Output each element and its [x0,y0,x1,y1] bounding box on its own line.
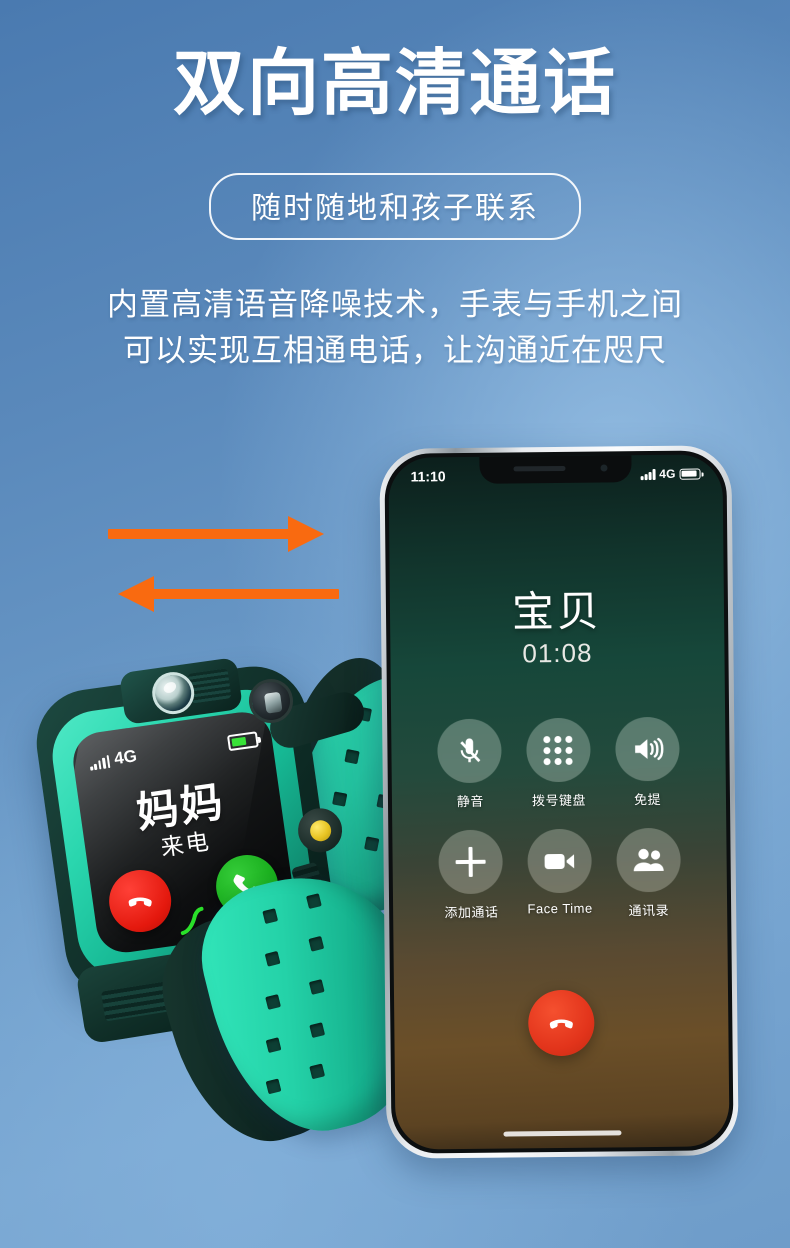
arrow-shaft [108,529,294,539]
call-control-speaker[interactable]: 免提 [602,716,692,809]
end-call-icon [549,1019,573,1029]
arrow-shaft [153,589,339,599]
watch-network-label: 4G [112,746,139,769]
phone-screen: 11:10 4G 宝贝 01:08 静音 拨号键盘 免提 添加通话 Face T… [388,454,730,1150]
phone-clock: 11:10 [410,468,446,485]
arrow-head [288,516,324,552]
facetime-button[interactable] [527,828,592,894]
control-label: 免提 [634,791,662,808]
phone-caller-name: 宝贝 [511,587,603,636]
body-copy-line-1: 内置高清语音降噪技术，手表与手机之间 [107,287,683,322]
control-label: 通讯录 [628,902,670,919]
subtitle-pill: 随时随地和孩子联系 [209,173,581,240]
smartphone: 11:10 4G 宝贝 01:08 静音 拨号键盘 免提 添加通话 Face T… [379,445,739,1159]
call-controls-grid: 静音 拨号键盘 免提 添加通话 Face Time 通讯录 [391,716,727,921]
call-control-contacts[interactable]: 通讯录 [604,827,694,920]
contacts-icon [633,848,664,872]
control-label: 添加通话 [444,904,499,921]
add-call-button[interactable] [438,829,504,895]
promo-page: 双向高清通话 随时随地和孩子联系 内置高清语音降噪技术，手表与手机之间 可以实现… [0,0,790,1248]
arrow-right-icon [108,513,338,555]
arrow-head [118,576,154,612]
watch-signal-group: 4G [88,746,139,771]
battery-icon [226,730,259,751]
watch-statusbar: 4G [88,730,259,771]
control-label: 拨号键盘 [531,792,587,809]
watch-decline-button[interactable] [105,866,176,937]
body-copy: 内置高清语音降噪技术，手表与手机之间 可以实现互相通电话，让沟通近在咫尺 [0,282,790,374]
control-label: 静音 [456,793,484,810]
video-camera-icon [544,853,575,870]
home-indicator[interactable] [503,1130,622,1137]
contacts-button[interactable] [615,827,681,893]
body-copy-line-2: 可以实现互相通电话，让沟通近在咫尺 [123,332,667,368]
housing-ridges [187,668,232,704]
call-control-mute[interactable]: 静音 [425,718,515,810]
signal-bars-icon [640,468,656,480]
speaker-button[interactable] [614,716,680,782]
speaker-icon [634,737,664,761]
control-label: Face Time [527,900,593,917]
arrow-left-icon [108,573,339,615]
phone-statusbar: 11:10 4G [388,462,722,487]
bidirectional-arrows [108,505,339,620]
signal-bars-icon [89,755,111,771]
keypad-icon [543,735,574,765]
phone-bezel: 11:10 4G 宝贝 01:08 静音 拨号键盘 免提 添加通话 Face T… [384,450,734,1154]
mic-muted-icon [460,738,481,763]
page-title: 双向高清通话 [172,44,617,124]
call-control-keypad[interactable]: 拨号键盘 [514,717,604,810]
plus-icon [456,847,486,877]
phone-network-label: 4G [659,466,676,481]
mute-button[interactable] [437,718,503,784]
call-control-add-call[interactable]: 添加通话 [426,829,516,921]
call-control-facetime[interactable]: Face Time [515,828,605,921]
phone-status-right: 4G [640,466,701,481]
keypad-button[interactable] [526,717,591,783]
end-call-button[interactable] [527,989,595,1057]
battery-icon [679,467,701,480]
phone-call-duration: 01:08 [522,637,593,669]
end-call-icon [128,897,152,907]
